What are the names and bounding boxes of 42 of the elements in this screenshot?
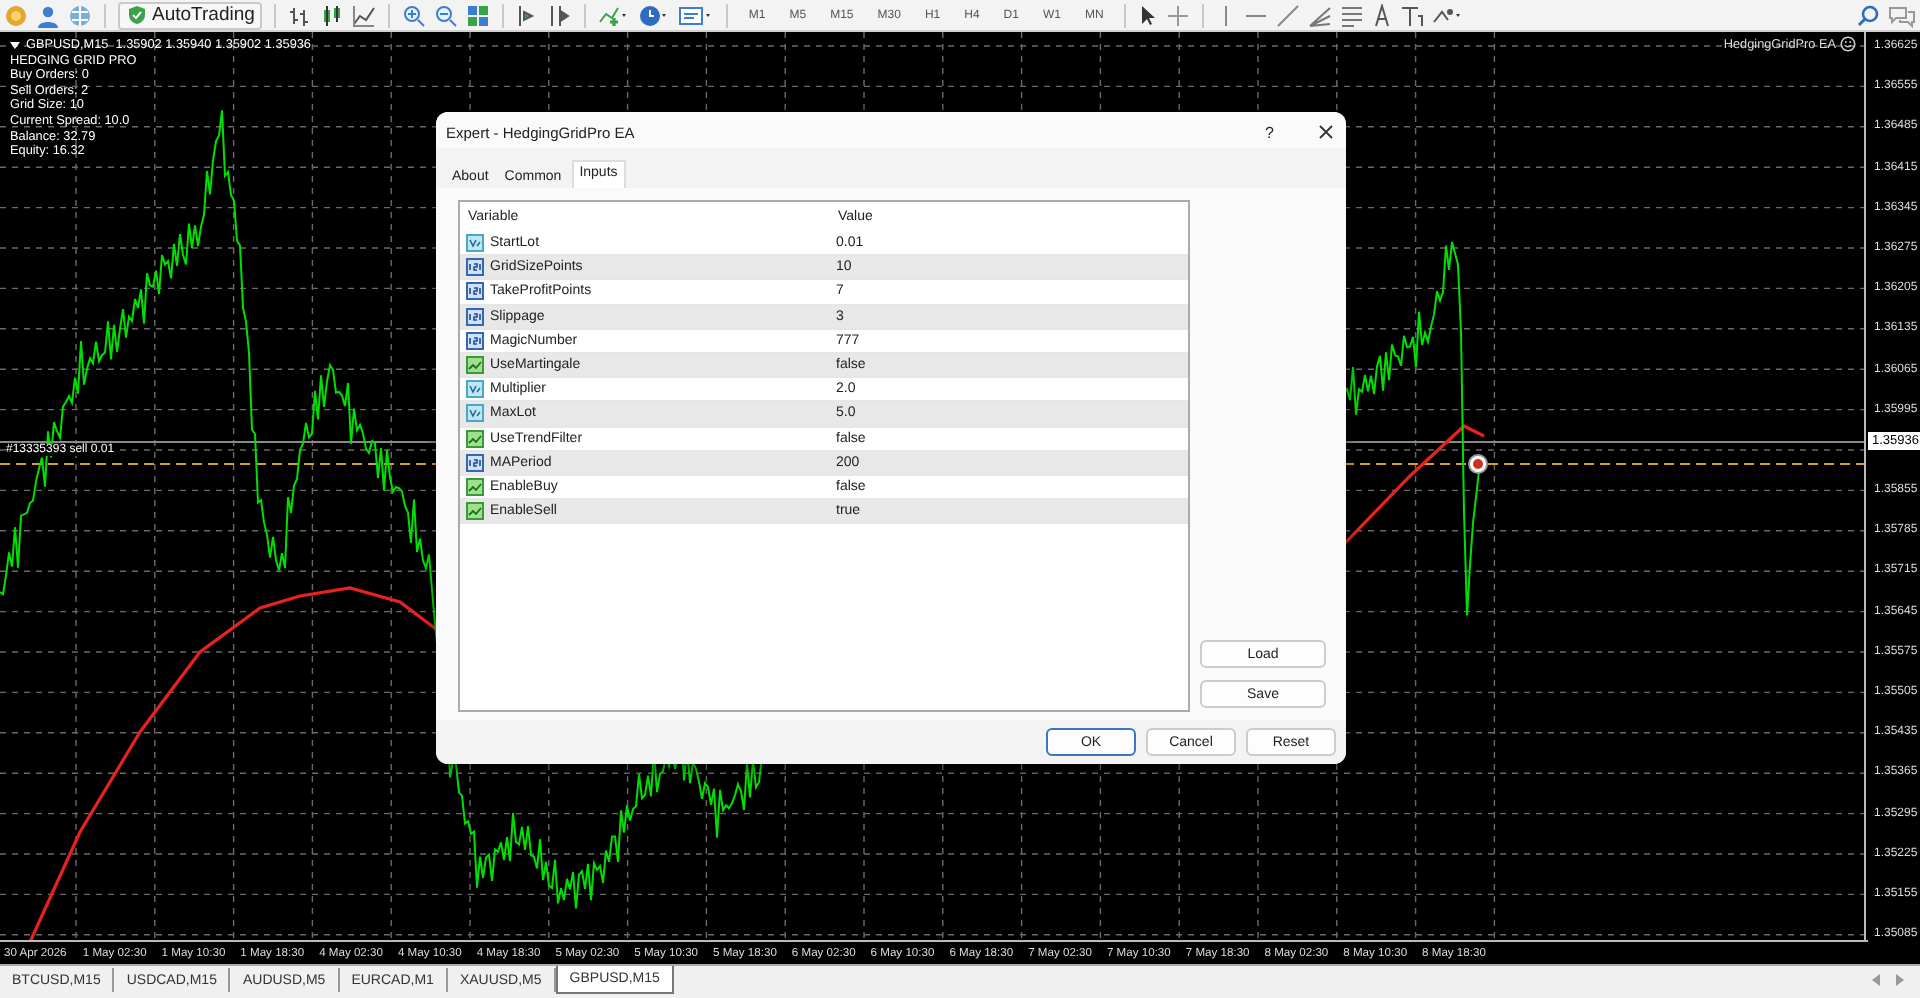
fan-icon[interactable] [1307,3,1332,27]
clock-icon[interactable] [638,3,671,27]
integer-icon [466,258,484,277]
text-tool-icon[interactable] [1371,3,1392,27]
variable-icon [466,234,484,253]
toggle-icon [466,477,484,496]
indicator-add-icon[interactable] [598,3,631,27]
integer-icon [466,307,484,326]
variable-icon [466,380,484,399]
integer-icon [466,282,484,301]
label-tool-icon[interactable] [1399,3,1424,27]
autotrading-button[interactable]: AutoTrading [118,1,263,29]
shapes-icon[interactable] [1431,3,1464,27]
shield-icon [126,4,148,26]
scroll-left-icon[interactable] [1872,974,1880,986]
scroll-right-icon[interactable] [1896,974,1904,986]
search-icon[interactable] [1856,3,1880,27]
integer-icon [466,331,484,350]
cursor-icon[interactable] [1137,3,1158,27]
bar-chart-icon[interactable] [288,3,313,27]
close-icon[interactable] [1318,124,1334,140]
template-icon[interactable] [678,3,715,27]
trend-line-icon[interactable] [1275,3,1300,27]
zoom-out-icon[interactable] [434,3,459,27]
levels-icon[interactable] [1339,3,1364,27]
globe-icon[interactable] [68,3,92,27]
toggle-icon [466,429,484,448]
toggle-icon [466,502,484,521]
dropdown-triangle-icon[interactable] [10,40,20,51]
candlestick-icon[interactable] [320,3,345,27]
person-icon[interactable] [36,3,60,27]
zoom-in-icon[interactable] [402,3,427,27]
chat-icon[interactable] [1888,3,1916,27]
line-chart-icon[interactable] [352,3,377,27]
toggle-icon [466,356,484,375]
trade-marker-icon [1468,454,1488,474]
help-button[interactable]: ? [1265,123,1274,141]
integer-icon [466,453,484,472]
tile-windows-icon[interactable] [466,3,491,27]
chart-shift-icon[interactable] [548,3,573,27]
smiley-icon [1840,36,1856,52]
variable-icon [466,404,484,423]
